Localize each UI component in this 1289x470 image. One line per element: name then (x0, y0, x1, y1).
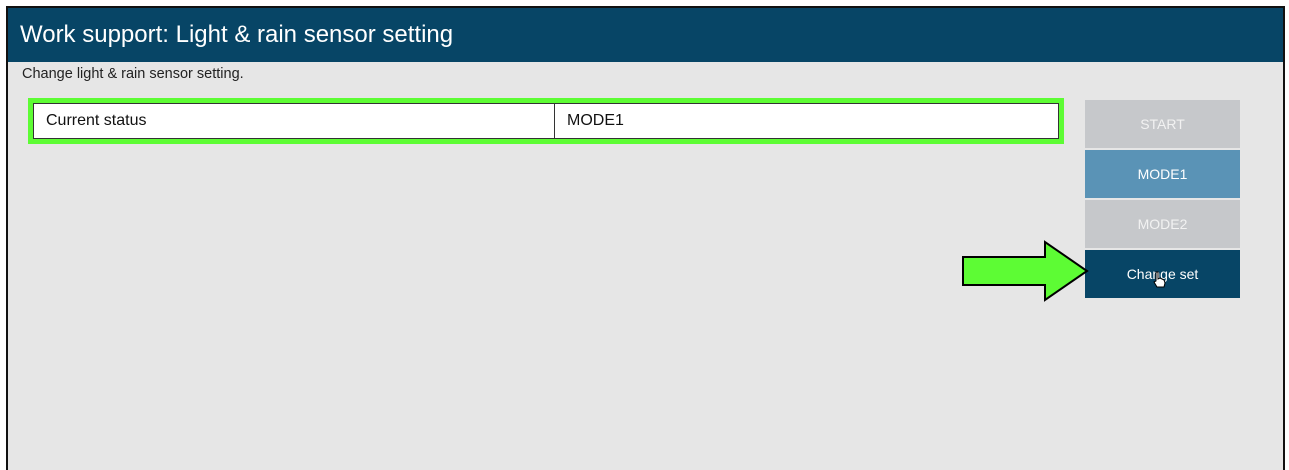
work-support-window: Work support: Light & rain sensor settin… (6, 6, 1285, 470)
hand-pointer-icon (1153, 271, 1166, 288)
green-arrow-icon (962, 240, 1089, 302)
current-status-row: Current status MODE1 (33, 103, 1059, 139)
page-title: Work support: Light & rain sensor settin… (8, 8, 1283, 62)
mode1-button[interactable]: MODE1 (1085, 150, 1240, 198)
current-status-label: Current status (34, 104, 555, 138)
start-button[interactable]: START (1085, 100, 1240, 148)
current-status-value: MODE1 (567, 112, 624, 129)
status-highlight-box: Current status MODE1 (28, 98, 1064, 144)
mode2-button[interactable]: MODE2 (1085, 200, 1240, 248)
page-subtitle: Change light & rain sensor setting. (22, 66, 244, 82)
